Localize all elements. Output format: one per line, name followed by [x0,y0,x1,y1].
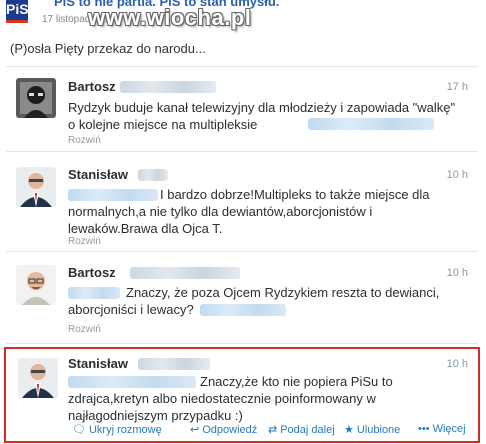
redacted-link [308,118,434,130]
pis-logo: PiS [6,0,29,23]
author-name[interactable]: Bartosz [68,79,116,94]
post-caption: (P)osła Pięty przekaz do narodu... [10,41,206,56]
tweet-text: I bardzo dobrze!Multipleks to także miej… [68,187,430,236]
redacted-handle [138,169,168,181]
tweet-item[interactable]: Bartosz 10 h Znaczy, że poza Ojcem Rydzy… [6,251,478,344]
speech-bubble-icon: 🗨︎ [72,424,86,436]
more-button[interactable]: ••• Więcej [418,423,466,435]
redacted-link [200,304,286,316]
hide-conversation-button[interactable]: 🗨︎ Ukryj rozmowę [72,423,162,436]
tweet-timestamp[interactable]: 17 h [447,81,468,93]
avatar[interactable] [16,78,56,118]
redacted-handle [138,358,210,370]
author-name[interactable]: Stanisław [68,167,128,182]
avatar[interactable] [16,265,56,305]
retweet-icon: ⇄ [268,424,278,436]
author-name[interactable]: Stanisław [68,356,128,371]
author-name[interactable]: Bartosz [68,265,116,280]
tweet-thread: Bartosz 17 h Rydzyk buduje kanał telewiz… [4,66,480,444]
post-header: PiS PiS to nie partia. PiS to stan umysł… [0,0,486,38]
star-icon: ★ [344,424,354,436]
favorite-button[interactable]: ★ Ulubione [344,423,400,436]
tweet-timestamp[interactable]: 10 h [447,267,468,279]
reply-icon: ↩︎ [190,424,200,436]
tweet-actions: 🗨︎ Ukryj rozmowę ↩︎ Odpowiedź ⇄ Podaj dalej… [6,423,478,439]
tweet-item[interactable]: Stanisław 10 h I bardzo dobrze!Multiplek… [6,151,478,252]
expand-link[interactable]: Rozwiń [68,324,101,335]
more-dots-icon: ••• [418,423,430,435]
expand-link[interactable]: Rozwiń [68,135,101,146]
reply-button[interactable]: ↩︎ Odpowiedź [190,423,257,436]
retweet-button[interactable]: ⇄ Podaj dalej [268,423,335,436]
avatar[interactable] [18,358,58,398]
highlighted-tweet[interactable]: Stanisław 10 h Znaczy,że kto nie popiera… [4,347,480,443]
tweet-text: Znaczy,że kto nie popiera PiSu to zdrajc… [68,374,393,423]
tweet-item[interactable]: Bartosz 17 h Rydzyk buduje kanał telewiz… [6,67,478,152]
tweet-timestamp[interactable]: 10 h [447,358,468,370]
expand-link[interactable]: Rozwiń [68,236,101,247]
tweet-timestamp[interactable]: 10 h [447,169,468,181]
watermark: www.wiocha.pl [88,5,252,30]
redacted-handle [120,81,216,93]
redacted-handle [130,267,240,279]
avatar[interactable] [16,167,56,207]
